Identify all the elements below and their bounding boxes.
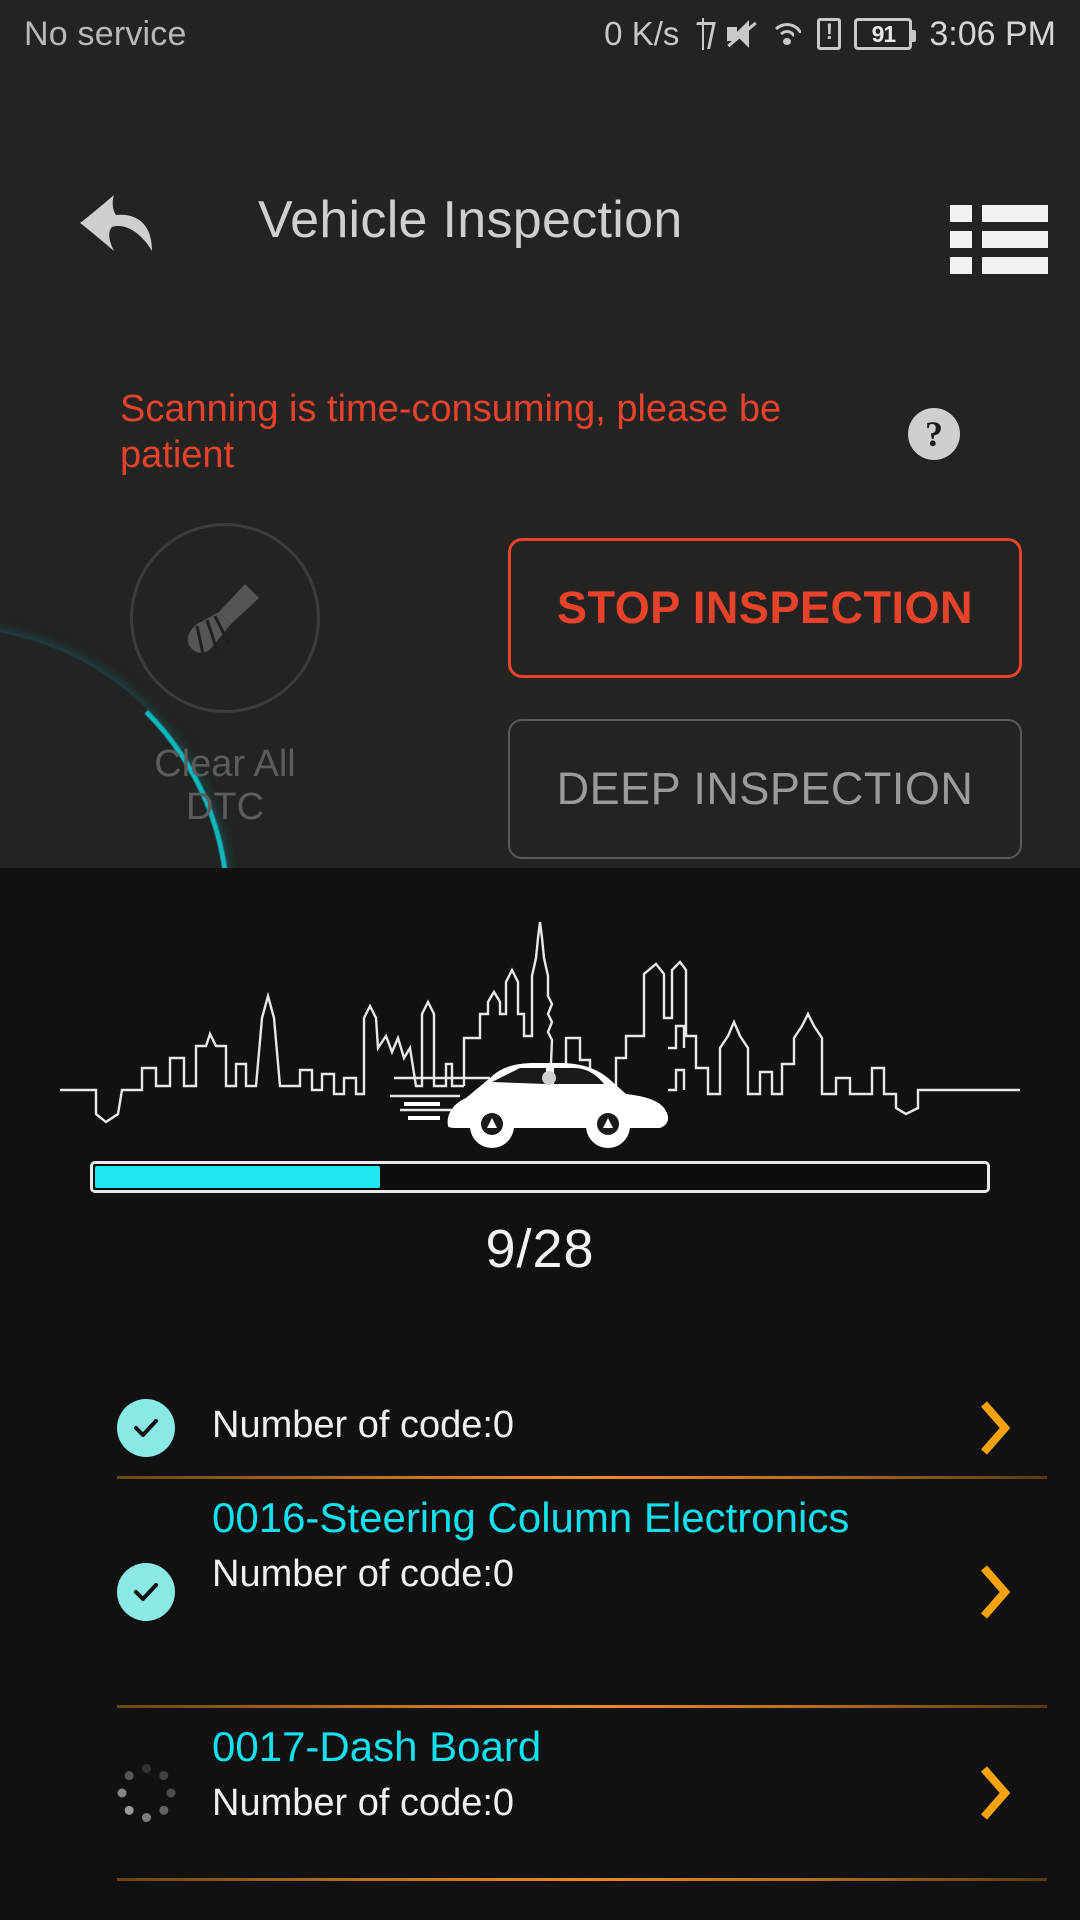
clear-dtc-circle [130,523,320,713]
page-title: Vehicle Inspection [258,191,683,249]
list-item-text: Number of code:0 [212,1400,950,1450]
sim-alert-icon [817,17,842,50]
mute-icon [727,20,758,48]
list-item[interactable]: 0017-Dash Board Number of code:0 [0,1708,1080,1881]
list-item[interactable]: 0016-Steering Column Electronics Number … [0,1479,1080,1708]
loading-spinner-icon [117,1764,175,1822]
chevron-right-icon[interactable] [978,1763,1012,1823]
broom-icon [187,584,259,655]
notice-banner: Scanning is time-consuming, please be pa… [120,386,820,478]
status-bar: No service 0 K/s 91 3:06 PM [0,0,1080,68]
scan-results-panel: 9/28 Number of code:0 0016-Steering Colu… [0,868,1080,1920]
scan-progress-fill [95,1166,380,1188]
app-header: Vehicle Inspection [0,68,1080,274]
notice-message: Scanning is time-consuming, please be pa… [120,388,782,476]
chevron-right-icon[interactable] [978,1398,1012,1458]
list-divider [117,1878,1047,1881]
app-root: No service 0 K/s 91 3:06 PM Vehicle Insp… [0,0,1080,1920]
status-clock: 3:06 PM [929,14,1056,53]
bluetooth-icon [692,18,714,50]
help-question-icon[interactable]: ? [908,408,960,460]
list-menu-icon[interactable] [950,205,1050,274]
chevron-right-icon[interactable] [978,1562,1012,1622]
inspection-control-panel: Vehicle Inspection Scanning is time-cons… [0,68,1080,868]
list-item-text: 0017-Dash Board Number of code:0 [212,1722,950,1828]
list-item-title: 0017-Dash Board [212,1723,542,1770]
status-icons-group: 0 K/s 91 3:06 PM [604,15,1056,54]
list-item-text: 0016-Steering Column Electronics Number … [212,1493,950,1599]
status-carrier: No service [24,14,187,53]
wifi-icon [770,21,805,47]
list-item-title: 0016-Steering Column Electronics [212,1494,850,1541]
scan-results-list: Number of code:0 0016-Steering Column El… [0,1308,1080,1881]
clear-all-dtc-label: Clear All DTC [154,743,296,828]
clear-all-dtc-button[interactable]: Clear All DTC [110,523,340,829]
status-net-speed: 0 K/s [604,15,680,52]
stop-inspection-button[interactable]: STOP INSPECTION [508,538,1022,678]
battery-icon: 91 [854,18,917,50]
check-circle-icon [117,1563,175,1621]
car-skyline-illustration [60,918,1020,1148]
back-arrow-icon[interactable] [78,193,168,253]
list-item-code-count: Number of code:0 [212,1404,515,1446]
check-circle-icon [117,1399,175,1457]
clipped-title-strip [0,1308,1080,1380]
scan-progress-bar [90,1161,990,1193]
deep-inspection-button[interactable]: DEEP INSPECTION [508,719,1022,859]
list-item-code-count: Number of code:0 [212,1782,515,1824]
battery-level: 91 [871,20,897,47]
scan-progress-counter: 9/28 [485,1219,595,1279]
list-item[interactable]: Number of code:0 [0,1308,1080,1479]
list-item-code-count: Number of code:0 [212,1553,515,1595]
